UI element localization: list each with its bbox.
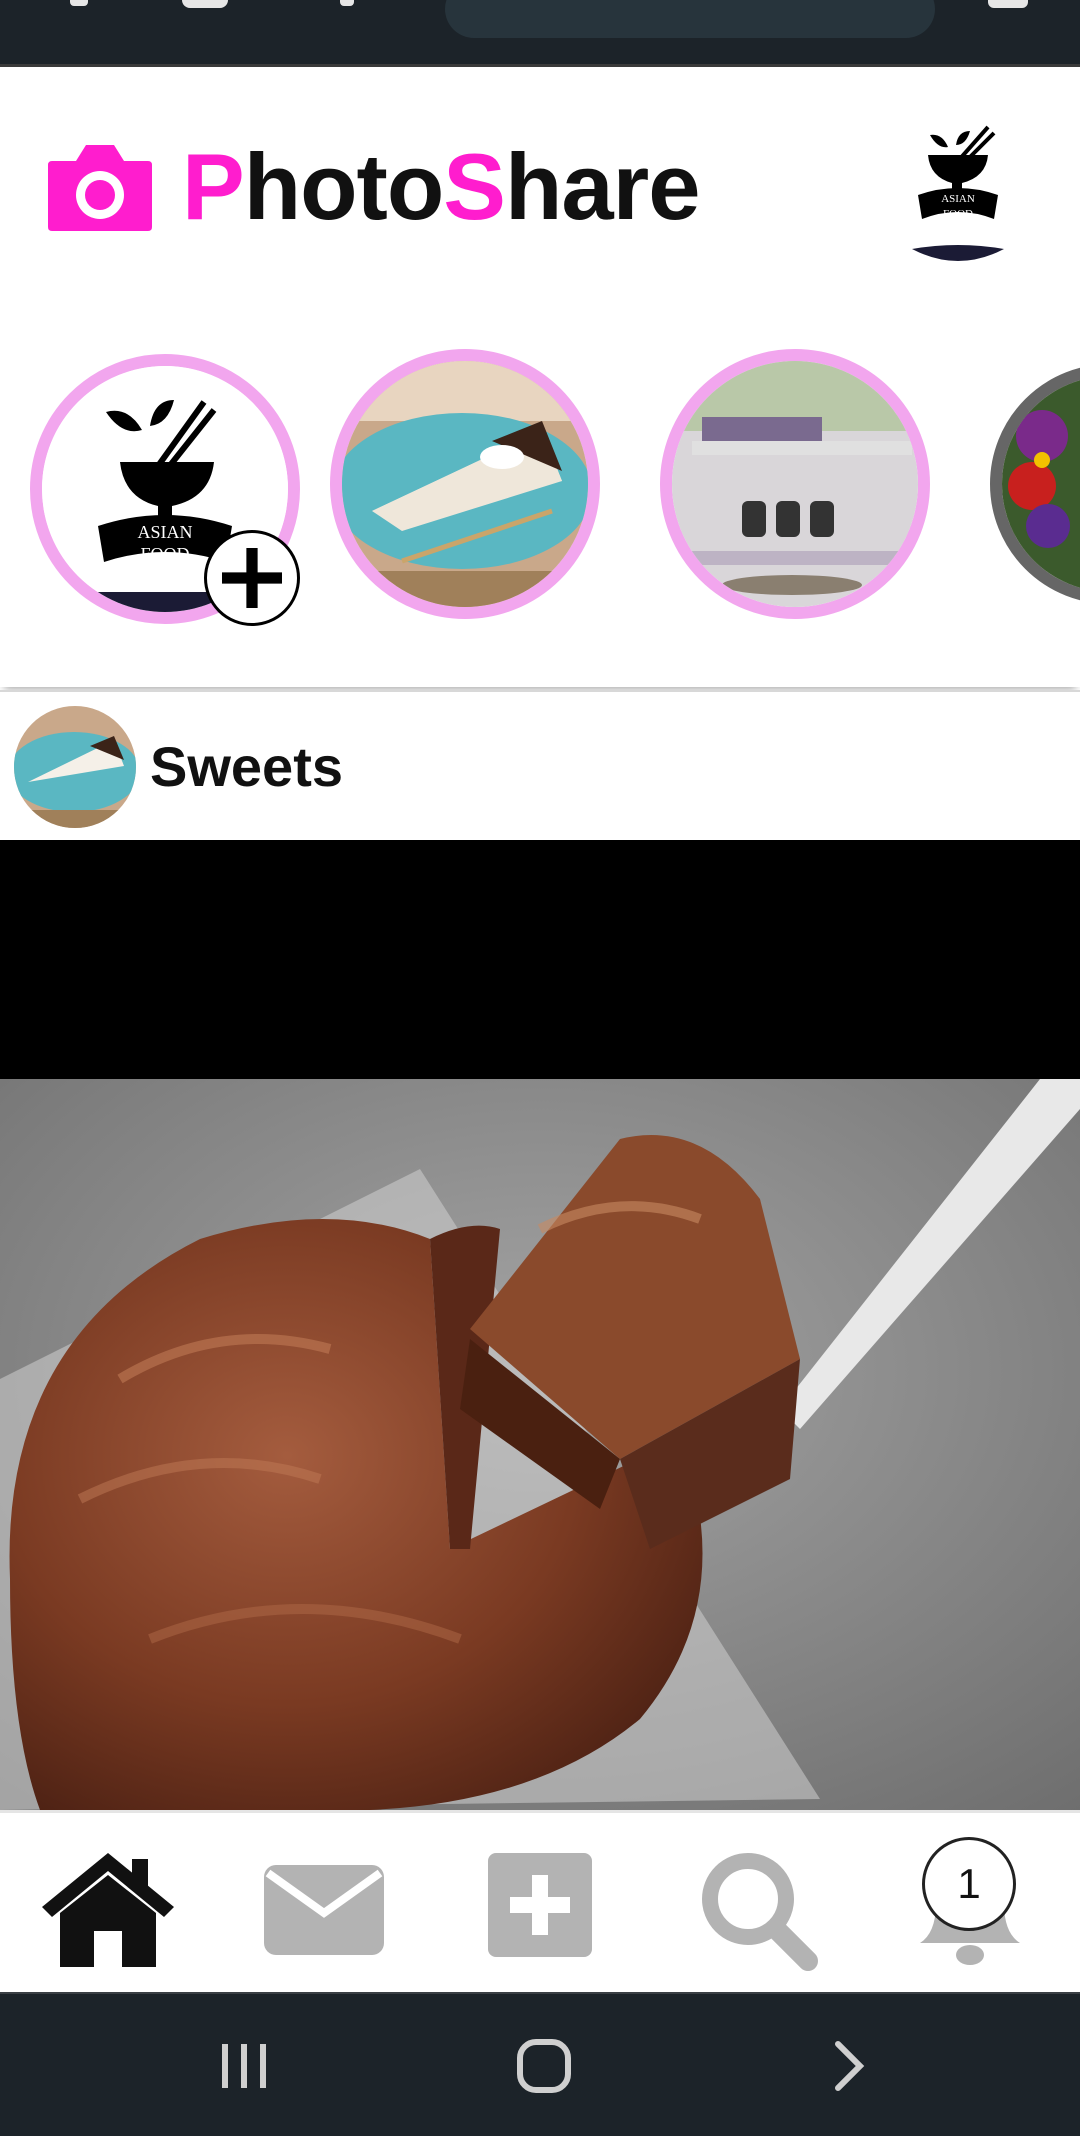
post-author-name[interactable]: Sweets <box>150 734 343 799</box>
camera-cutout <box>445 0 935 38</box>
story-item[interactable] <box>990 364 1080 604</box>
svg-text:FOOD: FOOD <box>943 208 973 220</box>
status-icon <box>70 0 88 6</box>
status-bar <box>0 0 1080 64</box>
story-item[interactable] <box>660 349 930 619</box>
battery-icon <box>988 0 1028 8</box>
notification-count-badge: 1 <box>922 1837 1016 1931</box>
camera-icon <box>48 145 152 231</box>
cake-image <box>0 1079 1080 1810</box>
envelope-icon[interactable] <box>254 1843 394 1973</box>
chevron-right-icon[interactable] <box>808 2034 888 2098</box>
plus-icon <box>222 548 282 608</box>
plus-square-icon[interactable] <box>470 1843 610 1973</box>
search-icon[interactable] <box>688 1843 828 1973</box>
home-circle-icon[interactable] <box>504 2034 584 2098</box>
app-header: PhotoShare ASIAN FOOD <box>0 64 1080 302</box>
app-title: PhotoShare <box>182 134 701 239</box>
post-author-avatar[interactable] <box>14 706 136 828</box>
profile-avatar[interactable]: ASIAN FOOD <box>908 125 1008 267</box>
svg-text:FOOD: FOOD <box>140 544 189 564</box>
system-nav-bar <box>0 1992 1080 2136</box>
svg-text:ASIAN: ASIAN <box>137 522 192 542</box>
add-story-button[interactable] <box>204 530 300 626</box>
app-logo[interactable]: PhotoShare <box>46 133 701 241</box>
status-icon <box>182 0 228 8</box>
post-header: Sweets <box>0 690 1080 840</box>
svg-text:ASIAN: ASIAN <box>941 193 975 205</box>
bottom-nav: 1 <box>0 1810 1080 1992</box>
recents-icon[interactable] <box>204 2034 284 2098</box>
home-icon[interactable] <box>38 1843 178 1973</box>
post-image[interactable] <box>0 840 1080 1810</box>
story-item[interactable] <box>330 349 600 619</box>
status-icon <box>340 0 354 6</box>
stories-row: ASIAN FOOD <box>0 302 1080 687</box>
